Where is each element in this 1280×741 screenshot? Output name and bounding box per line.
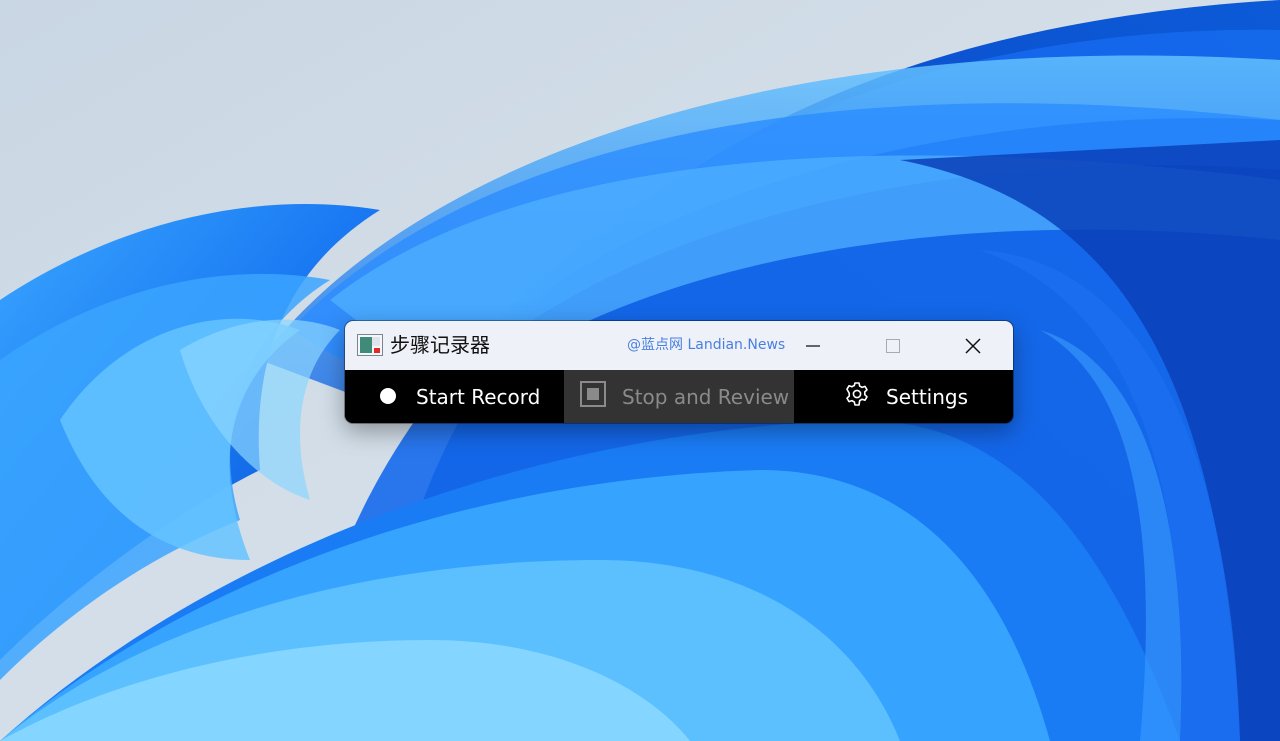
- steps-recorder-window: 步骤记录器 @蓝点网 Landian.News Start Record Sto…: [345, 321, 1013, 423]
- settings-label: Settings: [886, 384, 969, 409]
- recorder-toolbar: Start Record Stop and Review Settings: [345, 370, 1013, 423]
- close-icon: [965, 337, 981, 354]
- start-record-label: Start Record: [416, 384, 541, 409]
- record-dot-icon: [380, 385, 396, 409]
- window-title: 步骤记录器: [390, 333, 490, 357]
- watermark-text: @蓝点网 Landian.News: [627, 337, 786, 353]
- app-icon: [357, 334, 383, 356]
- start-record-button[interactable]: Start Record: [345, 370, 564, 423]
- maximize-icon: [886, 338, 900, 353]
- gear-icon: [844, 381, 870, 412]
- title-bar[interactable]: 步骤记录器 @蓝点网 Landian.News: [345, 321, 1013, 370]
- stop-and-review-label: Stop and Review: [622, 384, 790, 409]
- stop-square-icon: [580, 381, 606, 412]
- minimize-icon: [806, 344, 820, 347]
- close-button[interactable]: [933, 321, 1013, 370]
- stop-and-review-button[interactable]: Stop and Review: [564, 370, 794, 423]
- settings-button[interactable]: Settings: [794, 370, 1013, 423]
- maximize-button[interactable]: [853, 321, 933, 370]
- minimize-button[interactable]: [773, 321, 853, 370]
